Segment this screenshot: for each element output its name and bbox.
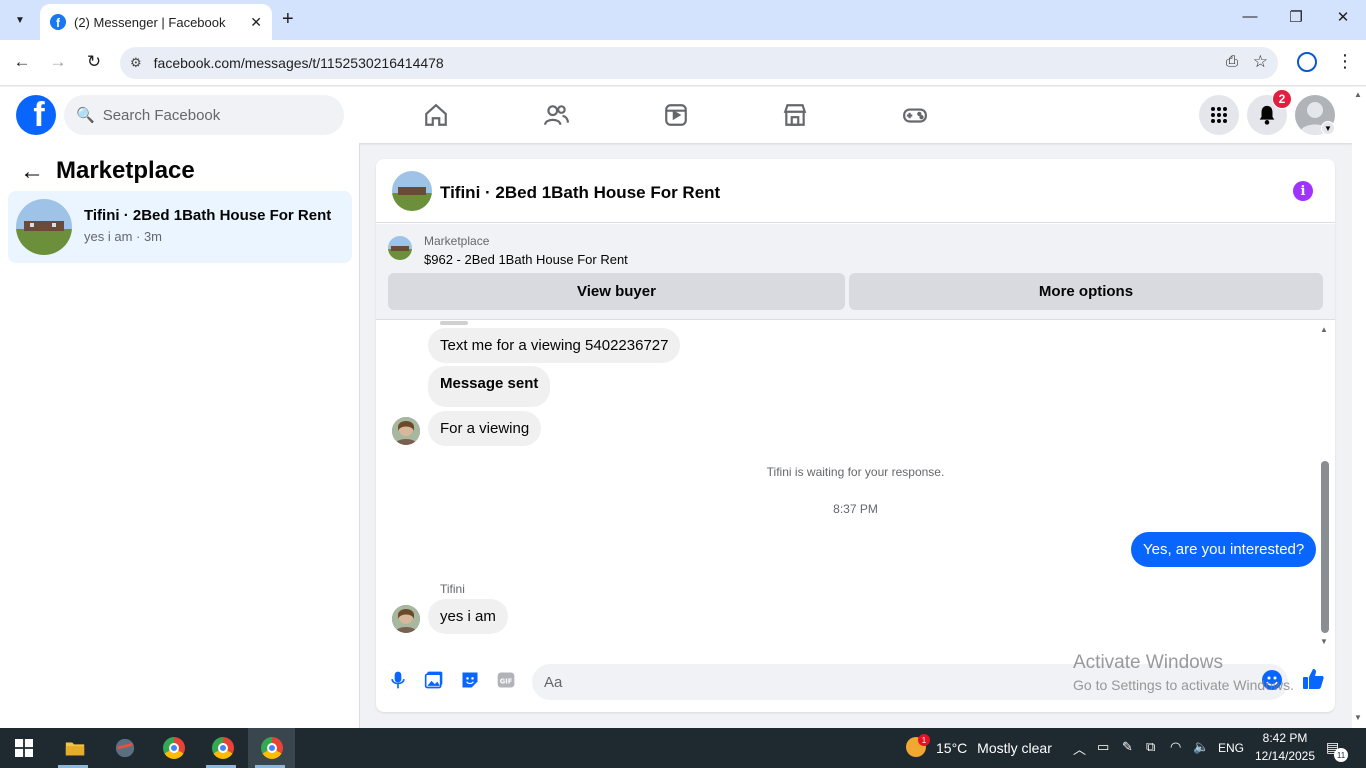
info-icon[interactable]: i [1293, 181, 1313, 201]
listing-thumbnail [16, 199, 72, 255]
svg-text:GIF: GIF [500, 677, 513, 685]
search-icon: 🔍 [76, 107, 95, 124]
marketplace-icon[interactable] [779, 99, 811, 131]
meet-now-icon[interactable]: ⧉ [1146, 739, 1155, 755]
thumbs-up-icon[interactable] [1301, 667, 1325, 691]
chrome-icon[interactable] [160, 734, 188, 762]
message-bubble[interactable]: yes i am [428, 599, 508, 634]
photo-gallery-icon[interactable] [422, 668, 446, 692]
message-timestamp: 8:37 PM [833, 502, 878, 516]
scroll-up-arrow-icon[interactable]: ▲ [1354, 90, 1362, 99]
listing-title[interactable]: $962 - 2Bed 1Bath House For Rent [424, 252, 628, 267]
browser-toolbar: ← → ↻ ⚙ facebook.com/messages/t/11525302… [0, 40, 1366, 86]
pen-icon[interactable]: ✎ [1122, 739, 1133, 755]
tray-chevron-up-icon[interactable]: ︿ [1073, 739, 1086, 758]
windows-start-icon[interactable] [10, 734, 38, 762]
address-bar[interactable]: ⚙ facebook.com/messages/t/11525302164144… [120, 47, 1278, 79]
chat-header: Tifini · 2Bed 1Bath House For Rent i [376, 159, 1335, 223]
thread-scroll-down-icon[interactable]: ▼ [1320, 637, 1328, 646]
facebook-header: f 🔍 [0, 87, 1352, 143]
marketplace-listing-bar: Marketplace $962 - 2Bed 1Bath House For … [376, 224, 1335, 320]
facebook-search-box[interactable]: 🔍 [64, 95, 344, 135]
new-tab-plus-icon[interactable]: + [282, 8, 294, 31]
waiting-note: Tifini is waiting for your response. [766, 465, 945, 479]
sender-avatar[interactable] [392, 605, 420, 633]
window-close-icon[interactable]: ✕ [1331, 8, 1355, 26]
tab-close-icon[interactable]: ✕ [250, 14, 262, 31]
chrome-menu-icon[interactable]: ⋮ [1336, 51, 1354, 72]
facebook-logo-icon[interactable]: f [16, 95, 56, 135]
gaming-icon[interactable] [899, 99, 931, 131]
weather-badge: 1 [918, 734, 930, 746]
weather-temperature: 15°C [936, 740, 968, 756]
notification-center-badge: 11 [1334, 748, 1348, 762]
clock-time[interactable]: 8:42 PM [1260, 731, 1310, 745]
tab-search-chevron-icon[interactable]: ▼ [8, 8, 32, 32]
app-icon[interactable] [111, 734, 139, 762]
account-chevron-icon[interactable]: ▼ [1321, 121, 1335, 135]
chat-title[interactable]: Tifini · 2Bed 1Bath House For Rent [440, 183, 720, 203]
chrome-icon[interactable] [258, 734, 286, 762]
windows-taskbar [0, 728, 1366, 768]
sender-avatar[interactable] [392, 417, 420, 445]
chrome-icon[interactable] [209, 734, 237, 762]
weather-description: Mostly clear [977, 740, 1052, 756]
clipped-sender-name [440, 321, 468, 325]
more-options-button[interactable]: More options [849, 273, 1323, 310]
file-explorer-icon[interactable] [61, 734, 89, 762]
back-arrow-icon[interactable]: ← [20, 158, 44, 186]
message-bubble[interactable]: For a viewing [428, 411, 542, 446]
forward-arrow-icon[interactable]: → [46, 52, 70, 72]
wifi-icon[interactable]: ◠ [1170, 739, 1181, 755]
chat-listing-thumbnail[interactable] [392, 171, 432, 211]
chat-panel: Tifini · 2Bed 1Bath House For Rent i Mar… [376, 159, 1335, 712]
video-icon[interactable] [660, 99, 692, 131]
url-text[interactable]: facebook.com/messages/t/1152530216414478 [154, 55, 444, 71]
restore-icon[interactable]: ❐ [1284, 8, 1308, 26]
minimize-icon[interactable]: — [1238, 8, 1262, 25]
microphone-icon[interactable] [386, 668, 410, 692]
panel-title: Marketplace [56, 157, 195, 184]
volume-icon[interactable]: 🔈 [1193, 739, 1209, 755]
thread-scroll-up-icon[interactable]: ▲ [1320, 325, 1328, 334]
sender-name: Tifini [440, 582, 465, 596]
listing-small-thumbnail [388, 236, 412, 260]
message-bubble[interactable]: Text me for a viewing 5402236727 [428, 328, 681, 363]
menu-grid-icon[interactable] [1199, 95, 1239, 135]
friends-icon[interactable] [540, 99, 572, 131]
listing-source-label: Marketplace [424, 234, 490, 248]
page-scrollbar[interactable] [1352, 87, 1366, 728]
browser-tab-active[interactable]: f (2) Messenger | Facebook ✕ [40, 4, 272, 40]
battery-icon[interactable]: ▭ [1097, 739, 1109, 755]
chrome-profile-icon[interactable] [1297, 52, 1317, 72]
thread-scrollbar-thumb[interactable] [1321, 461, 1329, 633]
message-thread: Text me for a viewing 5402236727 Message… [376, 321, 1335, 651]
activate-windows-watermark-subtitle: Go to Settings to activate Windows. [1073, 677, 1294, 693]
conversation-list-panel: ← Marketplace Tifini · 2Bed 1Bath House … [0, 143, 360, 728]
search-input[interactable] [102, 106, 323, 124]
notification-count-badge: 2 [1272, 89, 1292, 109]
conversation-item[interactable]: Tifini · 2Bed 1Bath House For Rent yes i… [8, 191, 352, 263]
activate-windows-watermark-title: Activate Windows [1073, 652, 1223, 673]
reload-icon[interactable]: ↻ [82, 52, 106, 72]
bookmark-star-icon[interactable]: ☆ [1253, 52, 1268, 72]
tab-title: (2) Messenger | Facebook [74, 14, 226, 30]
site-settings-icon[interactable]: ⚙ [130, 55, 142, 71]
home-icon[interactable] [420, 99, 452, 131]
outgoing-message-bubble[interactable]: Yes, are you interested? [1131, 532, 1317, 567]
clock-date[interactable]: 12/14/2025 [1250, 749, 1320, 763]
view-buyer-button[interactable]: View buyer [388, 273, 845, 310]
back-arrow-icon[interactable]: ← [10, 52, 34, 72]
weather-widget[interactable]: 15°C Mostly clear [936, 740, 1052, 756]
language-indicator[interactable]: ENG [1218, 741, 1244, 755]
install-app-icon[interactable]: ⎙ [1226, 53, 1238, 70]
conversation-title: Tifini · 2Bed 1Bath House For Rent [84, 207, 332, 224]
facebook-favicon-icon: f [50, 14, 66, 30]
message-bubble[interactable]: Message sent [428, 366, 551, 407]
gif-icon[interactable]: GIF [494, 668, 518, 692]
sticker-icon[interactable] [458, 668, 482, 692]
browser-tab-bar: ▼ f (2) Messenger | Facebook ✕ + — ❐ ✕ [0, 0, 1366, 40]
conversation-preview: yes i am · 3m [84, 229, 163, 244]
scroll-down-arrow-icon[interactable]: ▼ [1354, 713, 1362, 722]
